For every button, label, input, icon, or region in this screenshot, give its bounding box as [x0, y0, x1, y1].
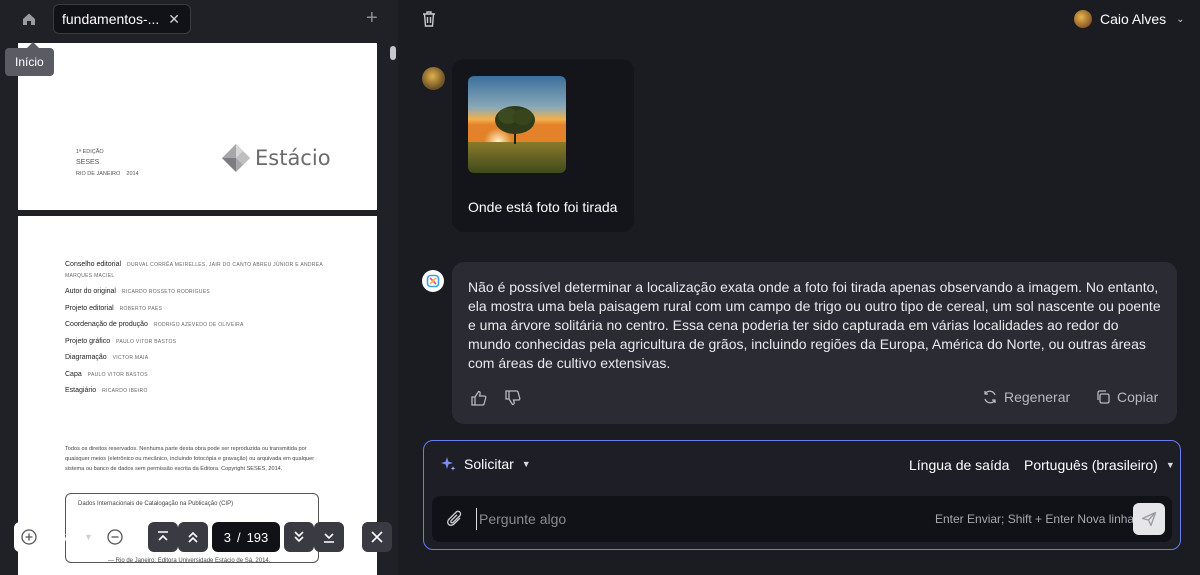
first-page-icon: [158, 531, 168, 541]
send-button[interactable]: [1133, 503, 1165, 535]
estacio-logo-icon: [222, 144, 250, 172]
edition-text: 1ª EDIÇÃO: [76, 149, 104, 155]
thumbs-up-icon: [471, 390, 487, 406]
app-root: fundamentos-... ✕ + 1ª EDIÇÃO SESES RIO …: [0, 0, 1200, 575]
double-chevron-down-icon: [294, 531, 304, 543]
mode-label: Solicitar: [464, 456, 514, 472]
chevron-down-icon: ▼: [1165, 460, 1175, 470]
thumbs-down-button[interactable]: [504, 389, 522, 412]
first-page-button[interactable]: [148, 522, 178, 552]
avatar: [422, 67, 445, 90]
total-pages: 193: [246, 529, 269, 545]
chevron-down-icon: ▼: [521, 459, 531, 469]
trash-icon: [423, 11, 435, 27]
output-language-label: Língua de saída: [909, 457, 1010, 473]
zoom-out-button[interactable]: [100, 522, 130, 552]
home-button[interactable]: [14, 6, 44, 32]
scrollbar-thumb[interactable]: [390, 46, 396, 60]
input-area: Enter Enviar; Shift + Enter Nova linha: [432, 496, 1172, 542]
credit-row: Conselho editorial DURVAL CORRÊA MEIRELLE…: [65, 261, 323, 268]
plus-icon[interactable]: +: [366, 8, 378, 28]
chevron-down-icon: ⌄: [1176, 13, 1185, 25]
sparkle-icon: [441, 457, 456, 471]
plus-circle-icon: [21, 529, 37, 545]
credit-row: Autor do original RICARDO ROSSETO RODRIGU…: [65, 288, 210, 295]
refresh-icon: [984, 390, 996, 404]
paperclip-icon: [447, 510, 462, 527]
credit-row: Estagiário RICARDO IBEIRO: [65, 387, 148, 394]
attach-button[interactable]: [446, 509, 464, 534]
regenerate-label: Regenerar: [1004, 389, 1071, 405]
assistant-avatar: [422, 270, 444, 292]
message-input[interactable]: [476, 508, 876, 530]
credit-row: Capa PAULO VITOR BASTOS: [65, 371, 148, 378]
copy-button[interactable]: Copiar: [1095, 389, 1158, 405]
imprint-line: — Rio de Janeiro: Editora Universidade E…: [108, 558, 271, 564]
composer: Solicitar ▼ Língua de saída Português (b…: [423, 440, 1181, 550]
output-language-select[interactable]: Português (brasileiro) ▼: [1024, 457, 1175, 473]
tab-bar: fundamentos-... ✕ +: [0, 0, 398, 38]
zoom-level[interactable]: 76%: [52, 530, 78, 545]
pdf-page-1: 1ª EDIÇÃO SESES RIO DE JANEIRO 2014 Está…: [18, 43, 377, 210]
close-viewer-button[interactable]: [362, 522, 392, 552]
close-icon: [371, 531, 383, 543]
place-year-text: RIO DE JANEIRO 2014: [76, 171, 139, 177]
delete-chat-button[interactable]: [421, 10, 437, 33]
credit-row: Coordenação de produção RODRIGO AZEVEDO D…: [65, 321, 244, 328]
copy-icon: [1097, 390, 1110, 404]
previous-page-button[interactable]: [178, 522, 208, 552]
minus-circle-icon: [107, 529, 123, 545]
send-icon: [1141, 511, 1157, 527]
last-page-button[interactable]: [314, 522, 344, 552]
scrollbar[interactable]: [388, 38, 398, 575]
close-icon[interactable]: ✕: [168, 11, 180, 28]
regenerate-button[interactable]: Regenerar: [982, 389, 1070, 405]
tab-label: fundamentos-...: [62, 11, 160, 27]
assistant-logo-icon: [426, 274, 440, 288]
assistant-message-text: Não é possível determinar a localização …: [468, 279, 1161, 371]
credit-row: Diagramação VICTOR MAIA: [65, 354, 149, 361]
double-chevron-up-icon: [188, 531, 198, 543]
publisher-text: SESES: [76, 159, 100, 166]
user-name: Caio Alves: [1100, 11, 1167, 27]
zoom-in-button[interactable]: [14, 522, 44, 552]
credit-row: MARQUES MACIEL: [65, 273, 115, 279]
copy-label: Copiar: [1117, 389, 1159, 405]
field-tree-photo: [468, 76, 566, 173]
thumbs-up-button[interactable]: [470, 389, 488, 412]
rights-paragraph: Todos os direitos reservados. Nenhuma pa…: [65, 446, 315, 472]
page-indicator[interactable]: 3 / 193: [212, 522, 280, 552]
credit-row: Projeto editorial ROBERTO PAES: [65, 305, 163, 312]
home-tooltip: Início: [5, 42, 54, 76]
pdf-viewer[interactable]: 1ª EDIÇÃO SESES RIO DE JANEIRO 2014 Está…: [0, 38, 398, 575]
output-language-value: Português (brasileiro): [1024, 457, 1158, 473]
user-message-text: Onde está foto foi tirada: [468, 199, 618, 215]
user-menu[interactable]: Caio Alves ⌄: [1074, 10, 1185, 28]
thumbs-down-icon: [505, 390, 521, 406]
catalog-title: Dados Internacionais de Catalogação na P…: [78, 501, 234, 507]
home-icon: [23, 13, 35, 25]
chat-pane: Caio Alves ⌄ Onde está foto foi tirada N…: [406, 0, 1200, 575]
last-page-icon: [324, 533, 334, 543]
next-page-button[interactable]: [284, 522, 314, 552]
user-message-bubble: Onde está foto foi tirada: [452, 59, 634, 232]
tab-document[interactable]: fundamentos-... ✕: [53, 4, 191, 34]
avatar: [1074, 10, 1092, 28]
attached-photo[interactable]: [468, 76, 566, 173]
page-separator: /: [236, 529, 241, 545]
mode-dropdown[interactable]: Solicitar ▼: [440, 456, 531, 472]
assistant-message-bubble: Não é possível determinar a localização …: [452, 262, 1177, 424]
zoom-toolbar: 76% ▼ 3 / 193: [0, 520, 398, 554]
current-page[interactable]: 3: [224, 530, 231, 545]
pdf-pane: fundamentos-... ✕ + 1ª EDIÇÃO SESES RIO …: [0, 0, 398, 575]
credit-row: Projeto gráfico PAULO VITOR BASTOS: [65, 338, 177, 345]
estacio-logo-text: Estácio: [255, 146, 331, 170]
chevron-down-icon[interactable]: ▼: [84, 532, 93, 542]
keyboard-hint: Enter Enviar; Shift + Enter Nova linha: [935, 512, 1135, 526]
